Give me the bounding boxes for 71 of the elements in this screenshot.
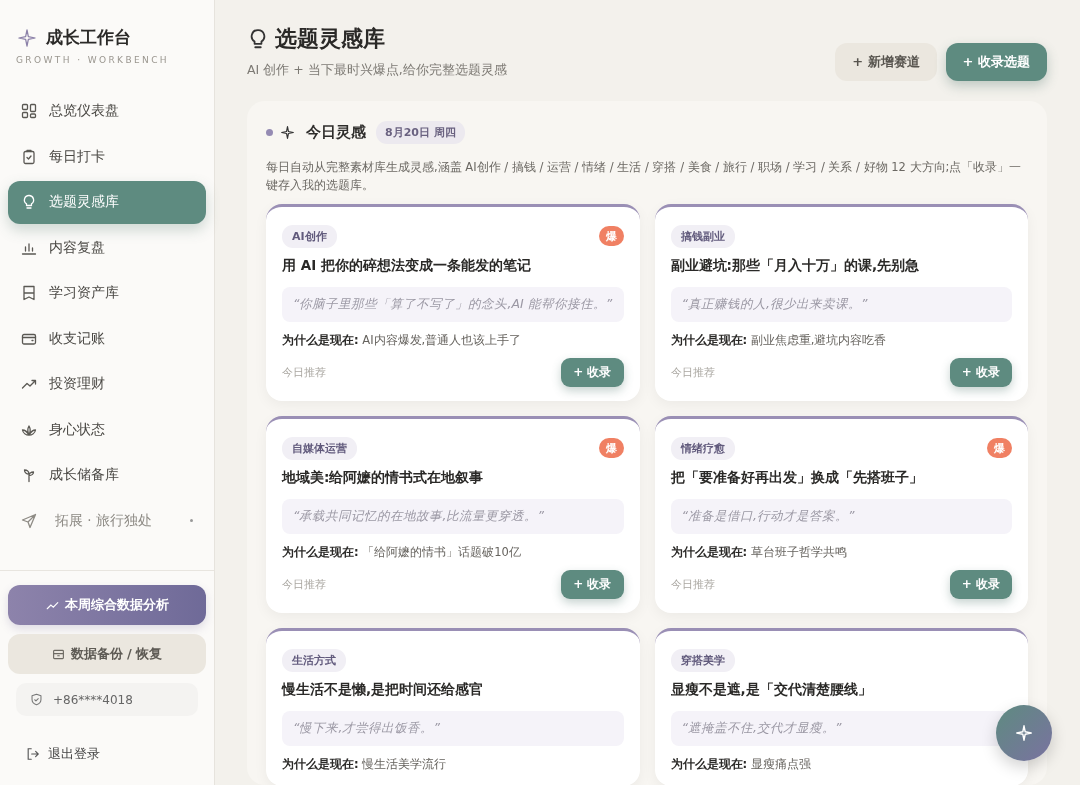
why-now-text: 为什么是现在: 草台班子哲学共鸣	[670, 545, 848, 560]
archive-icon	[51, 647, 65, 661]
quote: “准备是借口,行动才是答案。”	[670, 499, 1012, 534]
book-icon	[21, 285, 37, 302]
card-title: 副业避坑:那些「月入十万」的课,先别急	[670, 257, 921, 275]
logout-button[interactable]: 退出登录	[8, 725, 206, 763]
why-now-text: 为什么是现在: AI内容爆发,普通人也该上手了	[282, 333, 523, 348]
collect-button[interactable]: + 收录	[949, 358, 1012, 387]
collect-button[interactable]: + 收录	[561, 358, 624, 387]
recommend-label: 今日推荐	[670, 577, 715, 592]
hot-badge: 爆	[598, 438, 624, 458]
nav-item[interactable]: 成长储备库	[8, 454, 206, 497]
category-tag: 情绪疗愈	[670, 436, 735, 460]
page-title: 选题灵感库	[275, 25, 385, 53]
analysis-button[interactable]: 本周综合数据分析	[8, 585, 206, 625]
why-now-text: 为什么是现在: 「给阿嬷的情书」话题破10亿	[282, 545, 522, 560]
backup-button[interactable]: 数据备份 / 恢复	[8, 634, 206, 674]
sparkle-icon	[1016, 725, 1032, 741]
card-title: 把「要准备好再出发」换成「先搭班子」	[670, 469, 924, 487]
lightbulb-icon	[21, 194, 37, 211]
category-tag: 穿搭美学	[670, 648, 735, 672]
nav-item[interactable]: 选题灵感库	[8, 181, 206, 224]
nav-item[interactable]: 学习资产库	[8, 272, 206, 315]
send-icon	[21, 512, 37, 529]
sparkle-icon	[281, 126, 294, 139]
clipboard-icon	[21, 148, 37, 165]
hot-badge: 爆	[987, 438, 1012, 458]
category-tag: 生活方式	[282, 648, 346, 672]
add-topic-button[interactable]: + 收录选题	[945, 43, 1047, 81]
category-tag: 自媒体运营	[282, 436, 357, 460]
logout-icon	[26, 747, 40, 761]
recommend-label: 今日推荐	[670, 365, 715, 380]
card-title: 用 AI 把你的碎想法变成一条能发的笔记	[282, 257, 532, 275]
card-title: 地域美:给阿嬷的情书式在地叙事	[282, 469, 485, 487]
panel-description: 每日自动从完整素材库生成灵感,涵盖 AI创作 / 搞钱 / 运营 / 情绪 / 生活 / 穿搭 / 美食 / 旅行 / 职场 / 学习 / 关系 / 好物 12 大方向;点「收录」一键存入我的选题库。	[266, 159, 1023, 194]
hot-badge: 爆	[598, 226, 624, 246]
dot-icon	[190, 519, 193, 523]
date-tag: 8月20日 周四	[376, 121, 465, 144]
nav-item[interactable]: 拓展 · 旅行独处	[8, 499, 206, 542]
recommend-label: 今日推荐	[282, 577, 326, 592]
why-now-text: 为什么是现在: 显瘦痛点强	[670, 757, 812, 772]
why-now-text: 为什么是现在: 副业焦虑重,避坑内容吃香	[670, 333, 888, 348]
card-title: 慢生活不是懒,是把时间还给感官	[282, 681, 485, 699]
nav-item[interactable]: 收支记账	[8, 317, 206, 360]
quote: “你脑子里那些「算了不写了」的念头,AI 能帮你接住。”	[282, 287, 624, 322]
category-tag: 搞钱副业	[670, 224, 735, 248]
panel-title: 今日灵感	[306, 123, 366, 142]
nav-item[interactable]: 身心状态	[8, 408, 206, 451]
quote: “慢下来,才尝得出饭香。”	[282, 711, 624, 746]
category-tag: AI创作	[282, 224, 337, 248]
brand-title: 成长工作台	[46, 26, 131, 49]
grid-icon	[21, 103, 37, 120]
nav-item[interactable]: 投资理财	[8, 363, 206, 406]
collect-button[interactable]: + 收录	[949, 570, 1012, 599]
nav-item[interactable]: 总览仪表盘	[8, 90, 206, 133]
page-subtitle: AI 创作 + 当下最时兴爆点,给你完整选题灵感	[247, 62, 507, 79]
brand-subtitle: GROWTH · WORKBENCH	[15, 54, 171, 65]
sparkle-icon	[18, 28, 36, 47]
sprout-icon	[21, 467, 37, 484]
card-title: 显瘦不是遮,是「交代清楚腰线」	[670, 681, 873, 699]
status-dot-icon	[266, 129, 273, 136]
nav-item[interactable]: 内容复盘	[8, 226, 206, 269]
collect-button[interactable]: + 收录	[561, 570, 624, 599]
add-track-button[interactable]: + 新增赛道	[835, 43, 937, 81]
why-now-text: 为什么是现在: 慢生活美学流行	[282, 757, 448, 772]
shield-icon	[30, 693, 43, 706]
quote: “真正赚钱的人,很少出来卖课。”	[670, 287, 1012, 322]
phone-number: +86****4018	[53, 692, 133, 707]
recommend-label: 今日推荐	[282, 365, 326, 380]
nav-item[interactable]: 每日打卡	[8, 135, 206, 178]
quote: “承载共同记忆的在地故事,比流量更穿透。”	[282, 499, 624, 534]
